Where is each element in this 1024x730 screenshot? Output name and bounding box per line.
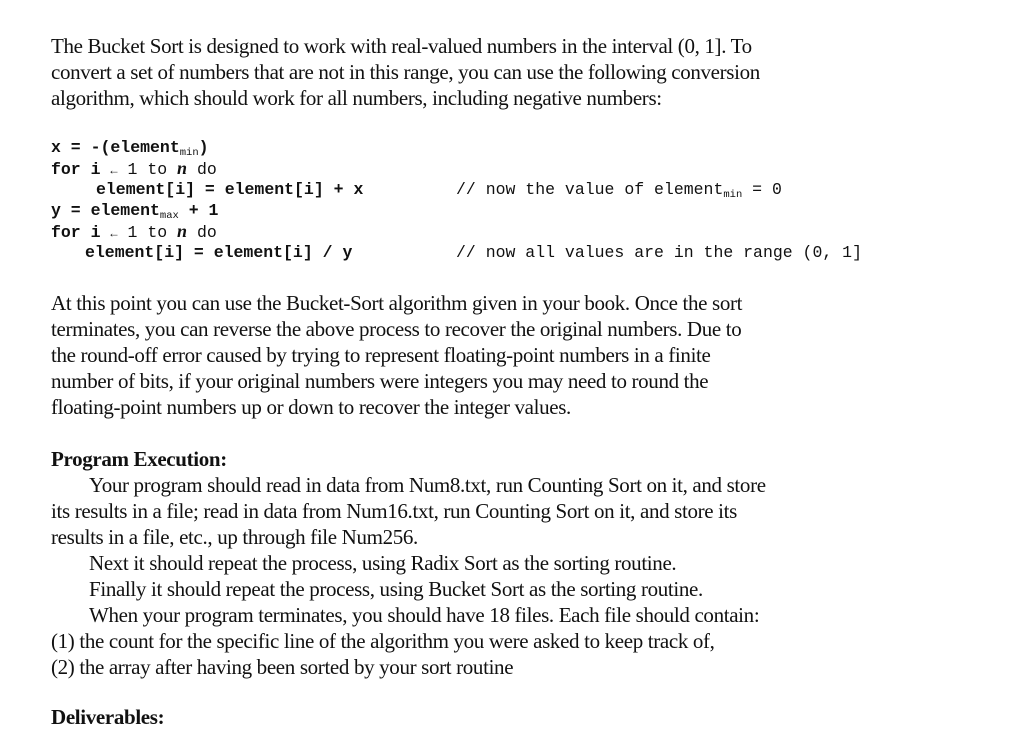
explanation-line: number of bits, if your original numbers… <box>51 369 709 393</box>
code-text: 1 to <box>117 160 178 179</box>
intro-line: The Bucket Sort is designed to work with… <box>51 34 752 58</box>
comment-text: // now the value of element <box>456 180 724 199</box>
deliverables-section: Deliverables: <box>51 704 871 730</box>
code-text: y = element <box>51 201 160 220</box>
code-comment-1: // now the value of elementmin = 0 <box>456 179 782 201</box>
explanation-line: floating-point numbers up or down to rec… <box>51 395 571 419</box>
variable-n: n <box>177 158 188 178</box>
program-execution-section: Program Execution: Your program should r… <box>51 446 871 680</box>
code-text: for i <box>51 160 111 179</box>
code-line-3: element[i] = element[i] + x <box>96 179 363 200</box>
execution-line: Finally it should repeat the process, us… <box>89 577 703 601</box>
execution-line: When your program terminates, you should… <box>89 603 760 627</box>
document-page: The Bucket Sort is designed to work with… <box>0 0 1024 729</box>
code-comment-2: // now all values are in the range (0, 1… <box>456 242 862 263</box>
code-line-6: element[i] = element[i] / y <box>85 242 352 263</box>
left-arrow-icon: ← <box>110 164 118 178</box>
section-heading: Deliverables: <box>51 705 165 729</box>
explanation-paragraph: At this point you can use the Bucket-Sor… <box>51 290 871 420</box>
execution-line: results in a file, etc., up through file… <box>51 525 418 549</box>
comment-text: // now all values are in the range (0, 1… <box>456 243 862 262</box>
variable-n: n <box>177 221 188 241</box>
left-arrow-icon: ← <box>110 227 118 241</box>
execution-line: Next it should repeat the process, using… <box>89 551 677 575</box>
code-text: 1 to <box>117 223 178 242</box>
subscript-min: min <box>723 189 743 201</box>
execution-line: its results in a file; read in data from… <box>51 499 737 523</box>
execution-line: (1) the count for the specific line of t… <box>51 629 715 653</box>
code-line-5: for i ← 1 to n do <box>51 221 217 242</box>
section-heading: Program Execution: <box>51 447 227 471</box>
code-text: do <box>187 160 217 179</box>
code-line-4: y = elementmax + 1 <box>51 200 219 222</box>
intro-paragraph: The Bucket Sort is designed to work with… <box>51 33 871 111</box>
execution-line: Your program should read in data from Nu… <box>89 473 766 497</box>
code-text: for i <box>51 223 111 242</box>
intro-line: algorithm, which should work for all num… <box>51 86 662 110</box>
comment-text: = 0 <box>742 180 782 199</box>
explanation-line: the round-off error caused by trying to … <box>51 343 711 367</box>
code-line-2: for i ← 1 to n do <box>51 158 217 179</box>
code-text: do <box>187 223 217 242</box>
intro-line: convert a set of numbers that are not in… <box>51 60 760 84</box>
explanation-line: At this point you can use the Bucket-Sor… <box>51 291 743 315</box>
code-line-1: x = -(elementmin) <box>51 137 209 159</box>
code-text: element[i] = element[i] / y <box>85 243 353 262</box>
explanation-line: terminates, you can reverse the above pr… <box>51 317 742 341</box>
code-text: x = -(element <box>51 138 180 157</box>
code-text: element[i] = element[i] + x <box>96 180 364 199</box>
execution-line: (2) the array after having been sorted b… <box>51 655 514 679</box>
code-text: ) <box>198 138 209 157</box>
code-text: + 1 <box>178 201 219 220</box>
